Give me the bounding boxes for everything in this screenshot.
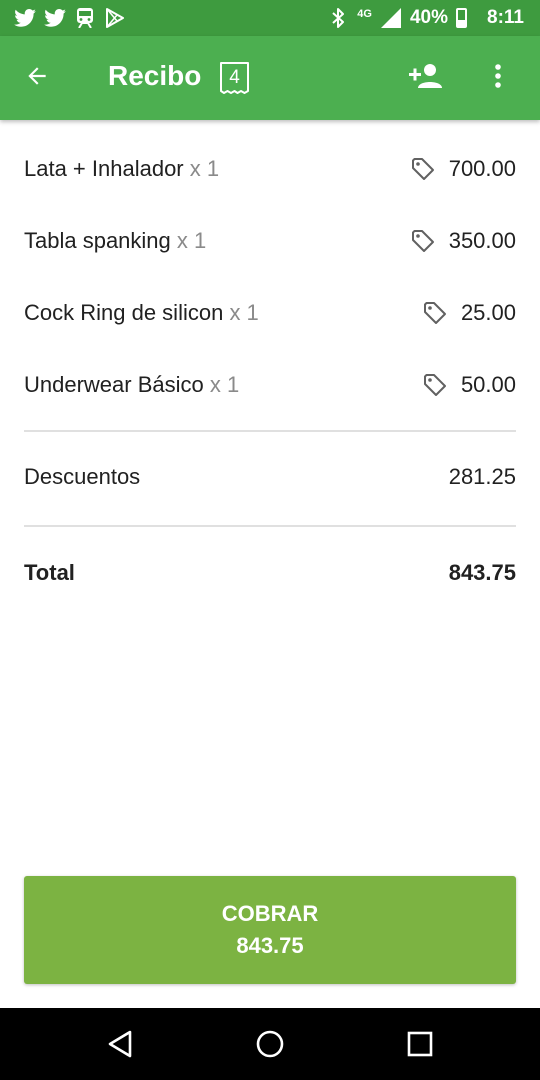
open-receipts-button[interactable]: 4 <box>219 61 250 95</box>
train-icon <box>74 7 96 29</box>
receipt-count: 4 <box>229 67 240 88</box>
arrow-left-icon <box>24 63 50 94</box>
price-tag-icon <box>423 374 446 396</box>
item-quantity: x 1 <box>176 228 207 253</box>
receipt-item[interactable]: Cock Ring de silicon x 1 25.00 <box>24 277 516 349</box>
discounts-row[interactable]: Descuentos 281.25 <box>24 457 516 497</box>
battery-level <box>458 19 466 26</box>
item-name-wrap: Lata + Inhalador x 1 <box>24 156 219 182</box>
back-button[interactable] <box>16 57 58 99</box>
nav-back-button[interactable] <box>102 1026 138 1062</box>
nav-home-icon <box>256 1030 284 1058</box>
page-title: Recibo <box>108 60 202 91</box>
item-name: Lata + Inhalador <box>24 156 184 181</box>
price-tag-icon <box>411 158 434 180</box>
receipt-item[interactable]: Underwear Básico x 1 50.00 <box>24 349 516 421</box>
item-quantity: x 1 <box>189 156 220 181</box>
more-vertical-icon <box>494 63 502 94</box>
nav-recents-button[interactable] <box>402 1026 438 1062</box>
item-name-wrap: Underwear Básico x 1 <box>24 372 239 398</box>
status-bar: 4G 40% 8:11 <box>0 0 540 36</box>
total-row: Total 843.75 <box>24 553 516 593</box>
discounts-value: 281.25 <box>448 464 516 489</box>
person-add-icon <box>408 63 444 94</box>
item-price: 25.00 <box>460 300 516 325</box>
clock: 8:11 <box>487 7 524 28</box>
more-options-button[interactable] <box>478 58 518 98</box>
battery-percent: 40% <box>409 7 449 28</box>
total-label: Total <box>24 560 75 585</box>
charge-button[interactable]: COBRAR 843.75 <box>24 876 516 984</box>
item-price: 350.00 <box>448 228 516 253</box>
receipt-item[interactable]: Tabla spanking x 1 350.00 <box>24 205 516 277</box>
item-price-wrap: 50.00 <box>423 372 516 398</box>
twitter-icon <box>14 7 36 29</box>
item-price: 700.00 <box>448 156 516 181</box>
twitter-icon <box>44 7 66 29</box>
divider <box>24 525 516 527</box>
nav-home-button[interactable] <box>252 1026 288 1062</box>
receipt-items: Lata + Inhalador x 1 700.00 Tabla spanki… <box>24 133 516 421</box>
navigation-bar <box>0 1008 540 1080</box>
item-price-wrap: 350.00 <box>411 228 516 254</box>
charge-label: COBRAR <box>221 901 319 926</box>
item-name: Tabla spanking <box>24 228 171 253</box>
play-store-icon <box>104 7 126 29</box>
battery-icon <box>456 8 468 28</box>
item-name-wrap: Cock Ring de silicon x 1 <box>24 300 259 326</box>
total-value: 843.75 <box>448 560 516 585</box>
item-name: Cock Ring de silicon <box>24 300 224 325</box>
receipt-item[interactable]: Lata + Inhalador x 1 700.00 <box>24 133 516 205</box>
bluetooth-icon <box>327 7 349 29</box>
nav-recents-icon <box>407 1031 433 1057</box>
item-quantity: x 1 <box>229 300 259 325</box>
network-type: 4G <box>357 8 372 20</box>
item-name: Underwear Básico <box>24 372 204 397</box>
add-customer-button[interactable] <box>404 58 448 98</box>
divider <box>24 430 516 432</box>
notification-icons <box>0 7 126 29</box>
charge-amount: 843.75 <box>236 933 304 958</box>
item-quantity: x 1 <box>209 372 240 397</box>
item-price: 50.00 <box>460 372 516 397</box>
discounts-label: Descuentos <box>24 464 141 489</box>
item-name-wrap: Tabla spanking x 1 <box>24 228 206 254</box>
system-status: 4G 40% 8:11 <box>327 0 524 36</box>
item-price-wrap: 25.00 <box>423 300 516 326</box>
price-tag-icon <box>423 302 446 324</box>
app-bar: Recibo 4 <box>0 36 540 120</box>
item-price-wrap: 700.00 <box>411 156 516 182</box>
signal-icon <box>380 7 402 29</box>
nav-back-icon <box>108 1030 132 1058</box>
price-tag-icon <box>411 230 434 252</box>
